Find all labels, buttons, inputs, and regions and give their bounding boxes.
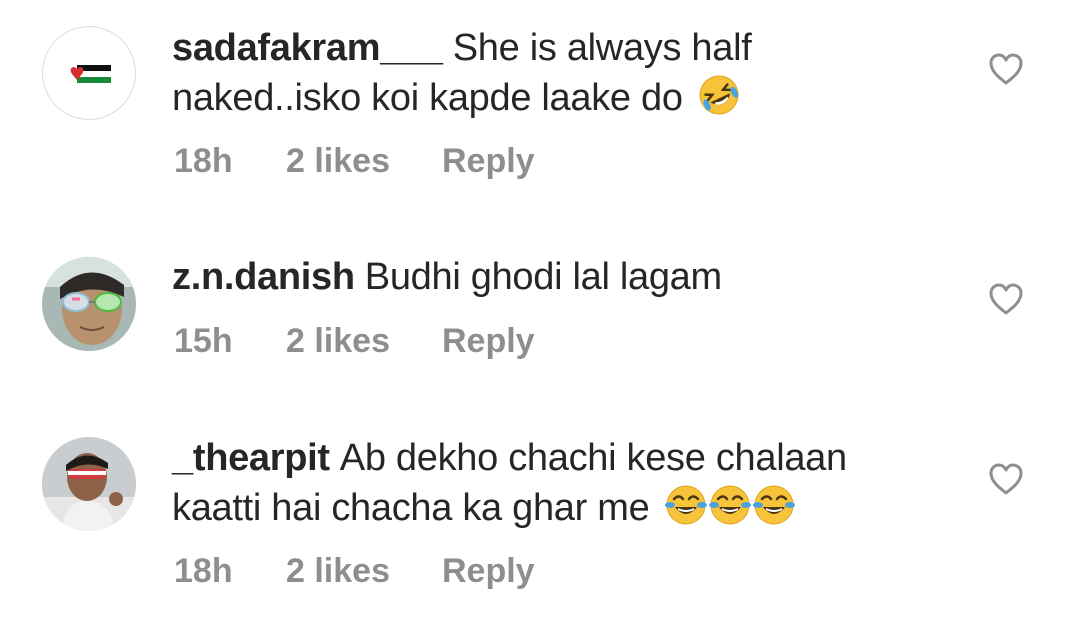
face-with-tears-of-joy-icon bbox=[752, 483, 796, 527]
comment-username[interactable]: _thearpit bbox=[172, 437, 330, 479]
comment-likes[interactable]: 2 likes bbox=[286, 321, 442, 361]
avatar[interactable] bbox=[42, 257, 136, 351]
comment-meta: 15h 2 likes Reply bbox=[174, 321, 535, 361]
reply-button[interactable]: Reply bbox=[442, 321, 535, 361]
comment-time: 18h bbox=[174, 142, 233, 180]
avatar[interactable] bbox=[42, 26, 136, 120]
heart-icon[interactable] bbox=[988, 282, 1024, 316]
comment-text: Budhi ghodi lal lagam bbox=[364, 256, 722, 298]
reply-button[interactable]: Reply bbox=[442, 141, 535, 181]
comment-username[interactable]: z.n.danish bbox=[172, 256, 355, 298]
heart-icon[interactable] bbox=[988, 52, 1024, 86]
profile-photo bbox=[42, 257, 136, 351]
comment-time: 18h bbox=[174, 552, 233, 590]
heart-icon[interactable] bbox=[988, 462, 1024, 496]
reply-button[interactable]: Reply bbox=[442, 551, 535, 591]
comment-meta: 18h 2 likes Reply bbox=[174, 141, 535, 181]
rolling-on-floor-laughing-icon bbox=[697, 73, 741, 117]
comment-item: _thearpit Ab dekho chachi kese chalaan ka… bbox=[0, 400, 1080, 628]
comment-body: sadafakram___ She is always half naked..i… bbox=[172, 23, 932, 123]
comment-item: z.n.danish Budhi ghodi lal lagam 15h 2 lik… bbox=[0, 200, 1080, 400]
palestine-flag-heart-icon bbox=[70, 65, 111, 83]
profile-photo bbox=[42, 437, 136, 531]
face-with-tears-of-joy-icon bbox=[664, 483, 708, 527]
comment-username[interactable]: sadafakram___ bbox=[172, 27, 443, 69]
comment-body: _thearpit Ab dekho chachi kese chalaan ka… bbox=[172, 433, 932, 533]
comment-time: 15h bbox=[174, 322, 233, 360]
comment-item: sadafakram___ She is always half naked..i… bbox=[0, 0, 1080, 200]
comment-meta: 18h 2 likes Reply bbox=[174, 551, 535, 591]
avatar[interactable] bbox=[42, 437, 136, 531]
comment-body: z.n.danish Budhi ghodi lal lagam bbox=[172, 252, 932, 302]
comment-likes[interactable]: 2 likes bbox=[286, 551, 442, 591]
face-with-tears-of-joy-icon bbox=[708, 483, 752, 527]
comment-likes[interactable]: 2 likes bbox=[286, 141, 442, 181]
